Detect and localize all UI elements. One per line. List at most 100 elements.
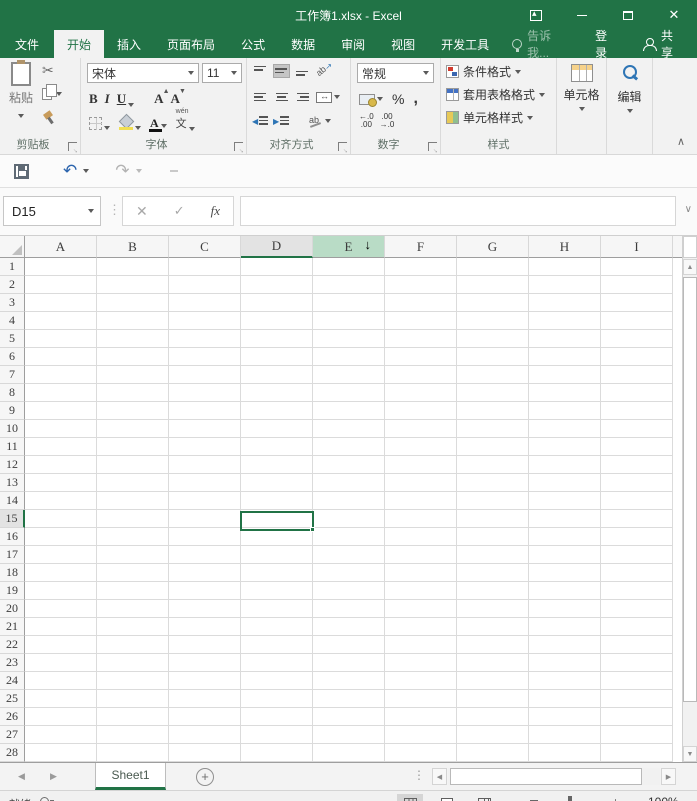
cell-F18[interactable] xyxy=(385,564,457,582)
row-header-20[interactable]: 20 xyxy=(0,600,25,618)
cell-A7[interactable] xyxy=(25,366,97,384)
cell-E28[interactable] xyxy=(313,744,385,762)
align-right-button[interactable] xyxy=(295,91,310,103)
cell-H27[interactable] xyxy=(529,726,601,744)
new-sheet-button[interactable]: + xyxy=(196,768,214,786)
cell-G7[interactable] xyxy=(457,366,529,384)
cell-I18[interactable] xyxy=(601,564,673,582)
cell-C23[interactable] xyxy=(169,654,241,672)
cell-C28[interactable] xyxy=(169,744,241,762)
cell-B2[interactable] xyxy=(97,276,169,294)
cell-C9[interactable] xyxy=(169,402,241,420)
format-as-table-button[interactable]: 套用表格格式 xyxy=(446,86,545,103)
format-painter-button[interactable] xyxy=(42,109,54,124)
cells-button[interactable]: 单元格 xyxy=(557,64,606,111)
cell-D27[interactable] xyxy=(241,726,313,744)
cell-A4[interactable] xyxy=(25,312,97,330)
scroll-right-button[interactable]: ▶ xyxy=(661,768,676,785)
row-header-12[interactable]: 12 xyxy=(0,456,25,474)
cell-A15[interactable] xyxy=(25,510,97,528)
cell-B21[interactable] xyxy=(97,618,169,636)
cell-H5[interactable] xyxy=(529,330,601,348)
cell-D5[interactable] xyxy=(241,330,313,348)
cell-E19[interactable] xyxy=(313,582,385,600)
cell-H14[interactable] xyxy=(529,492,601,510)
cell-I22[interactable] xyxy=(601,636,673,654)
cell-F10[interactable] xyxy=(385,420,457,438)
cell-E7[interactable] xyxy=(313,366,385,384)
cell-F11[interactable] xyxy=(385,438,457,456)
cell-C3[interactable] xyxy=(169,294,241,312)
tab-scrollbar-splitter[interactable]: ⋮ xyxy=(413,768,425,782)
cell-C16[interactable] xyxy=(169,528,241,546)
increase-decimal-button[interactable]: ←.0.00 xyxy=(359,113,374,129)
cell-A8[interactable] xyxy=(25,384,97,402)
macro-record-icon[interactable] xyxy=(40,797,49,801)
cell-A21[interactable] xyxy=(25,618,97,636)
cell-B27[interactable] xyxy=(97,726,169,744)
cell-F13[interactable] xyxy=(385,474,457,492)
scroll-left-button[interactable]: ◀ xyxy=(432,768,447,785)
cell-B16[interactable] xyxy=(97,528,169,546)
name-box[interactable]: D15 xyxy=(3,196,101,226)
cell-A6[interactable] xyxy=(25,348,97,366)
expand-formula-bar-button[interactable]: ∨ xyxy=(685,204,692,215)
cell-C14[interactable] xyxy=(169,492,241,510)
cell-G21[interactable] xyxy=(457,618,529,636)
cell-A27[interactable] xyxy=(25,726,97,744)
cell-E4[interactable] xyxy=(313,312,385,330)
sheet-tab-sheet1[interactable]: Sheet1 xyxy=(95,763,166,790)
cell-C5[interactable] xyxy=(169,330,241,348)
cell-G4[interactable] xyxy=(457,312,529,330)
cell-G9[interactable] xyxy=(457,402,529,420)
cell-B24[interactable] xyxy=(97,672,169,690)
cell-C24[interactable] xyxy=(169,672,241,690)
page-layout-view-button[interactable] xyxy=(434,794,460,801)
cell-H24[interactable] xyxy=(529,672,601,690)
cell-C18[interactable] xyxy=(169,564,241,582)
cell-A22[interactable] xyxy=(25,636,97,654)
cell-E18[interactable] xyxy=(313,564,385,582)
cell-F17[interactable] xyxy=(385,546,457,564)
cell-B5[interactable] xyxy=(97,330,169,348)
cancel-entry-button[interactable]: ✕ xyxy=(136,203,148,220)
cell-D26[interactable] xyxy=(241,708,313,726)
cell-E8[interactable] xyxy=(313,384,385,402)
cell-A16[interactable] xyxy=(25,528,97,546)
cell-A9[interactable] xyxy=(25,402,97,420)
cell-H25[interactable] xyxy=(529,690,601,708)
cell-H12[interactable] xyxy=(529,456,601,474)
cell-D20[interactable] xyxy=(241,600,313,618)
cell-B28[interactable] xyxy=(97,744,169,762)
cell-D2[interactable] xyxy=(241,276,313,294)
cell-H16[interactable] xyxy=(529,528,601,546)
column-header-H[interactable]: H xyxy=(529,236,601,258)
cell-F8[interactable] xyxy=(385,384,457,402)
cell-H8[interactable] xyxy=(529,384,601,402)
italic-button[interactable]: I xyxy=(105,91,110,107)
cell-H18[interactable] xyxy=(529,564,601,582)
row-header-7[interactable]: 7 xyxy=(0,366,25,384)
alignment-dialog-launcher[interactable] xyxy=(338,142,347,151)
previous-sheet-button[interactable]: ◀ xyxy=(18,771,25,782)
cell-C22[interactable] xyxy=(169,636,241,654)
cell-B14[interactable] xyxy=(97,492,169,510)
cell-H10[interactable] xyxy=(529,420,601,438)
cell-B20[interactable] xyxy=(97,600,169,618)
shrink-font-button[interactable]: A▼ xyxy=(171,91,180,107)
cell-F23[interactable] xyxy=(385,654,457,672)
cell-G27[interactable] xyxy=(457,726,529,744)
normal-view-button[interactable] xyxy=(397,794,423,801)
cell-F6[interactable] xyxy=(385,348,457,366)
cell-C12[interactable] xyxy=(169,456,241,474)
column-header-D[interactable]: D xyxy=(241,236,313,258)
cell-F3[interactable] xyxy=(385,294,457,312)
cell-E12[interactable] xyxy=(313,456,385,474)
cell-F12[interactable] xyxy=(385,456,457,474)
share-button[interactable]: 共享 xyxy=(631,30,697,58)
row-header-8[interactable]: 8 xyxy=(0,384,25,402)
cell-F5[interactable] xyxy=(385,330,457,348)
cell-E26[interactable] xyxy=(313,708,385,726)
borders-button[interactable] xyxy=(89,117,110,130)
column-header-F[interactable]: F xyxy=(385,236,457,258)
